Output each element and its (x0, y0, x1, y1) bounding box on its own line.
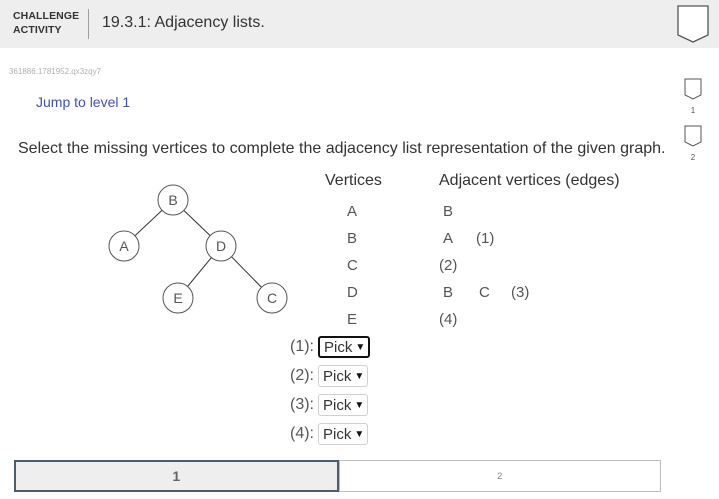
level-1-button[interactable]: 1 (14, 460, 339, 492)
level-1-badge-icon (684, 78, 702, 100)
adjacent-vertices-header: Adjacent vertices (edges) (439, 172, 620, 189)
header-divider (88, 9, 89, 39)
pick-4-select[interactable]: Pick ▼ (318, 423, 369, 445)
node-d-label: D (216, 238, 226, 254)
pick-4-label: (4): (290, 425, 314, 442)
pick-3-label: (3): (290, 396, 314, 413)
vertices-header: Vertices (325, 172, 382, 189)
bookmark-icon[interactable] (676, 5, 710, 48)
pick-1-select[interactable]: Pick ▼ (318, 336, 371, 358)
node-e-label: E (173, 290, 182, 306)
level-progress-bar: 1 2 (14, 460, 661, 492)
pick-row-4: (4): Pick ▼ (290, 423, 369, 445)
activity-label: ACTIVITY (13, 24, 62, 36)
level-1-marker-number: 1 (690, 106, 696, 115)
instructions: Select the missing vertices to complete … (18, 140, 666, 157)
node-c: C (256, 282, 288, 314)
activity-header: CHALLENGE ACTIVITY 19.3.1: Adjacency lis… (0, 0, 719, 48)
chevron-down-icon: ▼ (354, 370, 365, 382)
pick-row-2: (2): Pick ▼ (290, 365, 369, 387)
level-2-badge-icon (684, 125, 702, 147)
adj-d-blank-3: (3) (511, 284, 530, 301)
pick-3-select[interactable]: Pick ▼ (318, 394, 369, 416)
jump-to-level-link[interactable]: Jump to level 1 (36, 94, 130, 110)
chevron-down-icon: ▼ (354, 399, 365, 411)
adj-e-blank-4: (4) (439, 311, 458, 328)
node-b-label: B (168, 192, 177, 208)
graph-edges (123, 199, 273, 299)
level-2-marker-number: 2 (690, 153, 696, 162)
graph-diagram: B A D E C (100, 180, 300, 325)
challenge-activity-label: CHALLENGE ACTIVITY (13, 9, 79, 37)
level-1-marker[interactable]: 1 (683, 78, 703, 115)
pick-2-select[interactable]: Pick ▼ (318, 365, 369, 387)
vertex-e: E (347, 311, 358, 328)
node-b: B (157, 184, 189, 216)
vertex-b: B (347, 230, 358, 247)
node-c-label: C (267, 290, 277, 306)
pick-row-3: (3): Pick ▼ (290, 394, 369, 416)
pick-2-label: (2): (290, 367, 314, 384)
adj-b-blank-1: (1) (476, 230, 495, 247)
adj-d-1: B (443, 284, 454, 301)
activity-title: 19.3.1: Adjacency lists. (102, 14, 265, 31)
chevron-down-icon: ▼ (355, 341, 366, 353)
vertex-a: A (347, 203, 358, 220)
vertex-d: D (347, 284, 358, 301)
adj-c-blank-2: (2) (439, 257, 458, 274)
pick-3-value: Pick (323, 396, 352, 414)
node-a-label: A (119, 238, 129, 254)
node-d: D (205, 230, 237, 262)
level-2-marker[interactable]: 2 (683, 125, 703, 162)
adj-a-1: B (443, 203, 454, 220)
pick-row-1: (1): Pick ▼ (290, 336, 371, 358)
vertex-c: C (347, 257, 358, 274)
adj-b-1: A (443, 230, 454, 247)
challenge-label: CHALLENGE (13, 10, 80, 22)
adj-d-2: C (479, 284, 490, 301)
node-a: A (108, 230, 140, 262)
activity-id: 361886.1781952.qx3zqy7 (9, 67, 102, 76)
pick-1-label: (1): (290, 338, 314, 355)
level-2-button[interactable]: 2 (338, 460, 661, 492)
pick-1-value: Pick (324, 338, 353, 356)
pick-4-value: Pick (323, 425, 352, 443)
pick-2-value: Pick (323, 367, 352, 385)
node-e: E (162, 282, 194, 314)
chevron-down-icon: ▼ (354, 428, 365, 440)
